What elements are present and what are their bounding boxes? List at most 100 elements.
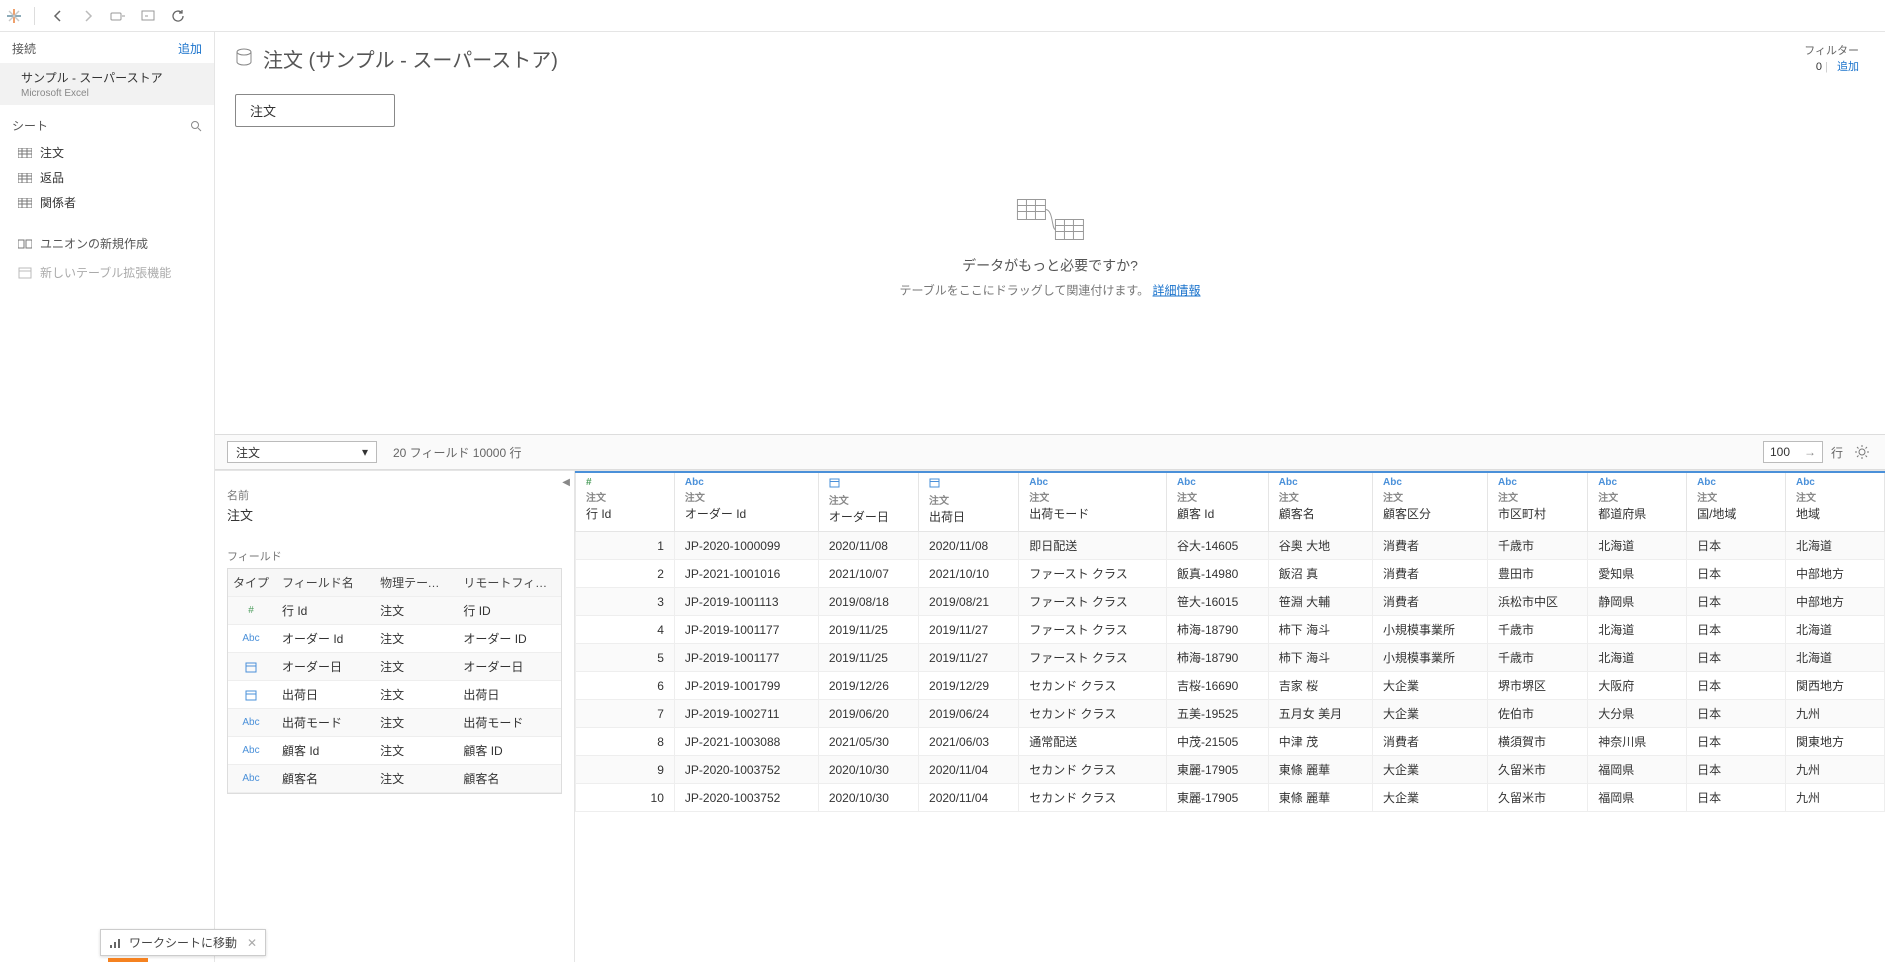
grid-column-header[interactable]: #注文行 Id xyxy=(576,472,675,532)
add-connection-link[interactable]: 追加 xyxy=(178,40,202,57)
worksheet-tab-indicator[interactable] xyxy=(108,958,148,962)
grid-row[interactable]: 6JP-2019-10017992019/12/262019/12/29セカンド… xyxy=(576,672,1885,700)
grid-cell: ファースト クラス xyxy=(1019,616,1167,644)
sheet-item[interactable]: 注文 xyxy=(0,140,214,165)
new-union-action[interactable]: ユニオンの新規作成 xyxy=(0,229,214,258)
grid-column-header[interactable]: Abc注文出荷モード xyxy=(1019,472,1167,532)
grid-cell: 中茂-21505 xyxy=(1166,728,1268,756)
field-row[interactable]: オーダー日注文オーダー日 xyxy=(228,653,561,681)
column-name: 顧客名 xyxy=(1279,507,1315,521)
go-to-worksheet-tooltip[interactable]: ワークシートに移動 ✕ xyxy=(100,929,266,956)
sheet-item-label: 関係者 xyxy=(40,194,76,211)
field-physical-table: 注文 xyxy=(372,625,455,652)
relationship-canvas[interactable]: 注文 データがもっと必要ですか? xyxy=(215,74,1885,434)
sheet-item[interactable]: 返品 xyxy=(0,165,214,190)
grid-cell: 2019/11/27 xyxy=(919,644,1019,672)
grid-toolbar: 注文 ▾ 20 フィールド 10000 行 100 → 行 xyxy=(215,434,1885,470)
grid-cell: JP-2021-1003088 xyxy=(674,728,818,756)
grid-cell: セカンド クラス xyxy=(1019,784,1167,812)
field-row[interactable]: Abc顧客 Id注文顧客 ID xyxy=(228,737,561,765)
column-name: 行 Id xyxy=(586,507,611,521)
column-type-icon: # xyxy=(586,477,664,488)
grid-column-header[interactable]: Abc注文地域 xyxy=(1785,472,1884,532)
field-physical-table: 注文 xyxy=(372,681,455,708)
field-remote-name: 出荷日 xyxy=(455,681,561,708)
column-source: 注文 xyxy=(1177,489,1258,504)
grid-column-header[interactable]: Abc注文国/地域 xyxy=(1687,472,1786,532)
grid-cell: 消費者 xyxy=(1373,532,1488,560)
name-value[interactable]: 注文 xyxy=(227,505,562,524)
column-name: オーダー Id xyxy=(685,507,746,521)
grid-column-header[interactable]: Abc注文都道府県 xyxy=(1588,472,1687,532)
column-name: 出荷モード xyxy=(1029,507,1089,521)
grid-row[interactable]: 3JP-2019-10011132019/08/182019/08/21ファース… xyxy=(576,588,1885,616)
field-row[interactable]: Abc出荷モード注文出荷モード xyxy=(228,709,561,737)
grid-cell: 2020/11/08 xyxy=(919,532,1019,560)
grid-row[interactable]: 9JP-2020-10037522020/10/302020/11/04セカンド… xyxy=(576,756,1885,784)
column-type-icon: Abc xyxy=(1598,477,1676,488)
connection-item[interactable]: サンプル - スーパーストア Microsoft Excel xyxy=(0,63,214,105)
grid-row[interactable]: 5JP-2019-10011772019/11/252019/11/27ファース… xyxy=(576,644,1885,672)
logical-table-pill[interactable]: 注文 xyxy=(235,94,395,127)
grid-column-header[interactable]: Abc注文オーダー Id xyxy=(674,472,818,532)
grid-cell: JP-2019-1002711 xyxy=(674,700,818,728)
field-row-stats: 20 フィールド 10000 行 xyxy=(393,444,521,461)
add-filter-link[interactable]: 追加 xyxy=(1837,61,1859,73)
need-more-question: データがもっと必要ですか? xyxy=(899,255,1200,275)
autosave-button[interactable] xyxy=(137,5,159,27)
grid-settings-button[interactable] xyxy=(1851,441,1873,463)
grid-row[interactable]: 4JP-2019-10011772019/11/252019/11/27ファース… xyxy=(576,616,1885,644)
grid-cell: 小規模事業所 xyxy=(1373,616,1488,644)
grid-row[interactable]: 1JP-2020-10000992020/11/082020/11/08即日配送… xyxy=(576,532,1885,560)
grid-cell: 佐伯市 xyxy=(1488,700,1588,728)
grid-row[interactable]: 8JP-2021-10030882021/05/302021/06/03通常配送… xyxy=(576,728,1885,756)
back-button[interactable] xyxy=(47,5,69,27)
grid-cell: 日本 xyxy=(1687,756,1786,784)
grid-row[interactable]: 10JP-2020-10037522020/10/302020/11/04セカン… xyxy=(576,784,1885,812)
grid-column-header[interactable]: Abc注文顧客区分 xyxy=(1373,472,1488,532)
grid-row[interactable]: 7JP-2019-10027112019/06/202019/06/24セカンド… xyxy=(576,700,1885,728)
column-name: 国/地域 xyxy=(1697,507,1736,521)
field-row[interactable]: Abc顧客名注文顧客名 xyxy=(228,765,561,793)
data-grid-scroll[interactable]: #注文行 IdAbc注文オーダー Id注文オーダー日注文出荷日Abc注文出荷モー… xyxy=(575,471,1885,962)
grid-row[interactable]: 2JP-2021-10010162021/10/072021/10/10ファース… xyxy=(576,560,1885,588)
grid-cell: 柿下 海斗 xyxy=(1268,644,1372,672)
rows-limit-value: 100 xyxy=(1770,445,1790,459)
field-remote-name: 顧客 ID xyxy=(455,737,561,764)
sheet-item[interactable]: 関係者 xyxy=(0,190,214,215)
need-more-link[interactable]: 詳細情報 xyxy=(1153,283,1201,297)
column-source: 注文 xyxy=(685,489,808,504)
grid-cell: 日本 xyxy=(1687,672,1786,700)
table-select[interactable]: 注文 ▾ xyxy=(227,441,377,463)
datasource-title[interactable]: 注文 (サンプル - スーパーストア) xyxy=(263,44,558,73)
save-button[interactable] xyxy=(107,5,129,27)
grid-cell: 通常配送 xyxy=(1019,728,1167,756)
column-name: 地域 xyxy=(1796,507,1820,521)
forward-button[interactable] xyxy=(77,5,99,27)
close-tooltip-button[interactable]: ✕ xyxy=(247,936,257,950)
grid-cell: 2021/05/30 xyxy=(818,728,918,756)
field-row[interactable]: Abcオーダー Id注文オーダー ID xyxy=(228,625,561,653)
refresh-button[interactable] xyxy=(167,5,189,27)
grid-cell: 横須賀市 xyxy=(1488,728,1588,756)
search-sheets-icon[interactable] xyxy=(190,120,202,132)
grid-cell: 九州 xyxy=(1785,700,1884,728)
grid-cell: 消費者 xyxy=(1373,728,1488,756)
column-type-icon: Abc xyxy=(1029,477,1156,488)
field-name: オーダー Id xyxy=(274,625,372,652)
grid-column-header[interactable]: Abc注文顧客 Id xyxy=(1166,472,1268,532)
grid-column-header[interactable]: 注文出荷日 xyxy=(919,472,1019,532)
collapse-metadata-button[interactable]: ◀ xyxy=(562,477,570,488)
grid-column-header[interactable]: 注文オーダー日 xyxy=(818,472,918,532)
field-type-icon xyxy=(228,681,274,708)
rows-limit-input[interactable]: 100 → xyxy=(1763,441,1823,463)
grid-cell: JP-2019-1001177 xyxy=(674,616,818,644)
grid-cell: 5 xyxy=(576,644,675,672)
column-name: オーダー日 xyxy=(829,510,889,524)
grid-column-header[interactable]: Abc注文顧客名 xyxy=(1268,472,1372,532)
grid-column-header[interactable]: Abc注文市区町村 xyxy=(1488,472,1588,532)
grid-cell: 九州 xyxy=(1785,784,1884,812)
field-row[interactable]: 出荷日注文出荷日 xyxy=(228,681,561,709)
field-row[interactable]: #行 Id注文行 ID xyxy=(228,597,561,625)
datasource-icon xyxy=(235,48,253,68)
